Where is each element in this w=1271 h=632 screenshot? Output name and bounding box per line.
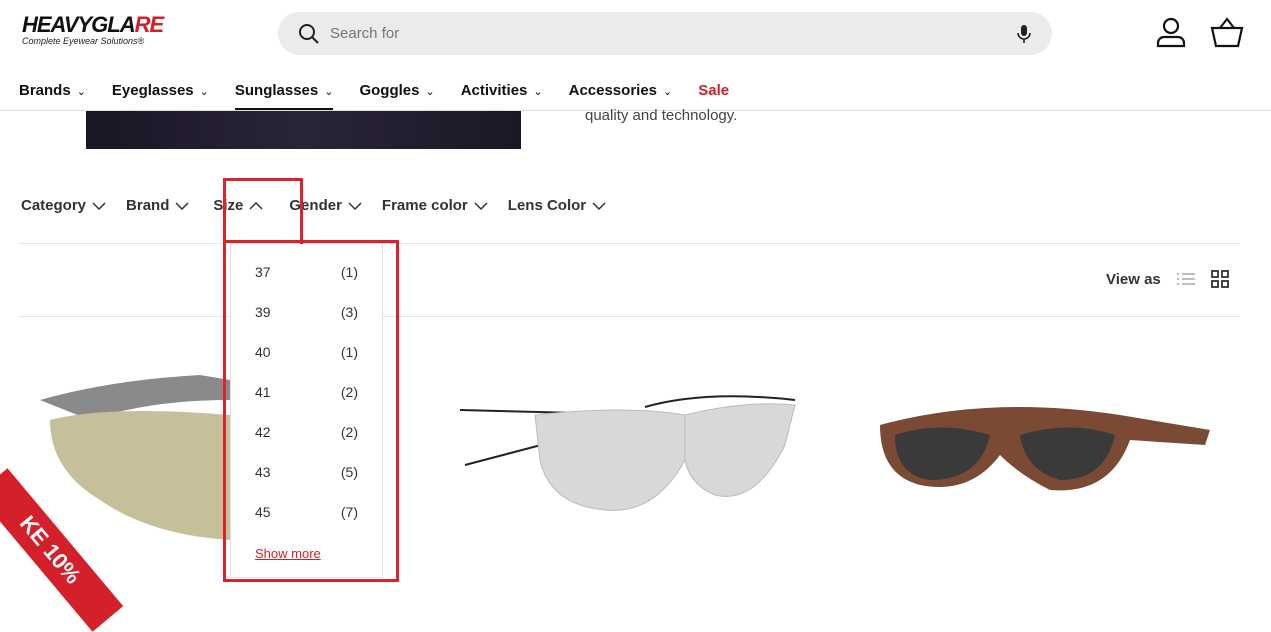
nav-sunglasses[interactable]: Sunglasses ⌄ bbox=[234, 70, 334, 110]
size-option[interactable]: 43 (5) bbox=[231, 452, 382, 492]
filter-brand[interactable]: Brand bbox=[126, 197, 189, 214]
chevron-down-icon bbox=[592, 201, 606, 210]
nav-eyeglasses[interactable]: Eyeglasses ⌄ bbox=[112, 70, 209, 110]
filter-size[interactable]: Size bbox=[213, 197, 263, 214]
show-more-link[interactable]: Show more bbox=[255, 546, 358, 561]
view-as: View as bbox=[1106, 270, 1229, 288]
filter-gender[interactable]: Gender bbox=[289, 197, 362, 214]
account-icon[interactable] bbox=[1155, 16, 1187, 48]
product-image[interactable] bbox=[455, 385, 805, 515]
view-as-label: View as bbox=[1106, 270, 1161, 288]
main-nav: Brands ⌄ Eyeglasses ⌄ Sunglasses ⌄ Goggles ⌄… bbox=[0, 70, 1271, 111]
chevron-down-icon: ⌄ bbox=[663, 86, 673, 98]
size-option[interactable]: 42 (2) bbox=[231, 412, 382, 452]
size-dropdown: 37 (1) 39 (3) 40 (1) 41 (2) 42 (2) 43 (5) 45 (7… bbox=[230, 244, 383, 578]
cart-basket-icon[interactable] bbox=[1210, 16, 1244, 48]
chevron-up-icon bbox=[249, 201, 263, 210]
filter-frame-color[interactable]: Frame color bbox=[382, 197, 488, 214]
nav-accessories[interactable]: Accessories ⌄ bbox=[569, 70, 673, 110]
size-option[interactable]: 39 (3) bbox=[231, 292, 382, 332]
microphone-icon[interactable] bbox=[1016, 23, 1032, 45]
hero-image bbox=[86, 111, 521, 149]
chevron-down-icon bbox=[175, 201, 189, 210]
chevron-down-icon bbox=[348, 201, 362, 210]
nav-brands[interactable]: Brands ⌄ bbox=[19, 70, 86, 110]
filter-category[interactable]: Category bbox=[21, 197, 106, 214]
nav-activities[interactable]: Activities ⌄ bbox=[461, 70, 543, 110]
chevron-down-icon bbox=[474, 201, 488, 210]
divider bbox=[19, 243, 1240, 244]
logo-tagline: Complete Eyewear Solutions® bbox=[22, 36, 145, 46]
search-bar[interactable] bbox=[278, 12, 1052, 55]
chevron-down-icon: ⌄ bbox=[425, 86, 435, 98]
nav-sale[interactable]: Sale bbox=[698, 70, 729, 110]
chevron-down-icon: ⌄ bbox=[76, 86, 86, 98]
size-option[interactable]: 40 (1) bbox=[231, 332, 382, 372]
product-image[interactable] bbox=[870, 385, 1215, 515]
grid-view-icon[interactable] bbox=[1210, 270, 1229, 288]
nav-goggles[interactable]: Goggles ⌄ bbox=[359, 70, 434, 110]
size-option[interactable]: 41 (2) bbox=[231, 372, 382, 412]
filter-lens-color[interactable]: Lens Color bbox=[508, 197, 606, 214]
list-view-icon[interactable] bbox=[1176, 272, 1195, 286]
filter-bar: Category Brand Size Gender Frame color L… bbox=[21, 197, 626, 214]
divider bbox=[19, 316, 1240, 317]
logo-text: HEAVYGLARE bbox=[22, 12, 164, 37]
logo[interactable]: HEAVYGLARE Complete Eyewear Solutions® bbox=[22, 14, 182, 50]
chevron-down-icon: ⌄ bbox=[324, 86, 334, 98]
search-input[interactable] bbox=[330, 25, 1016, 42]
hero-text: quality and technology. bbox=[585, 107, 738, 124]
chevron-down-icon bbox=[92, 201, 106, 210]
size-option[interactable]: 45 (7) bbox=[231, 492, 382, 532]
search-icon bbox=[299, 23, 319, 44]
product-image[interactable] bbox=[30, 360, 230, 550]
chevron-down-icon: ⌄ bbox=[199, 86, 209, 98]
chevron-down-icon: ⌄ bbox=[533, 86, 543, 98]
size-option[interactable]: 37 (1) bbox=[231, 252, 382, 292]
